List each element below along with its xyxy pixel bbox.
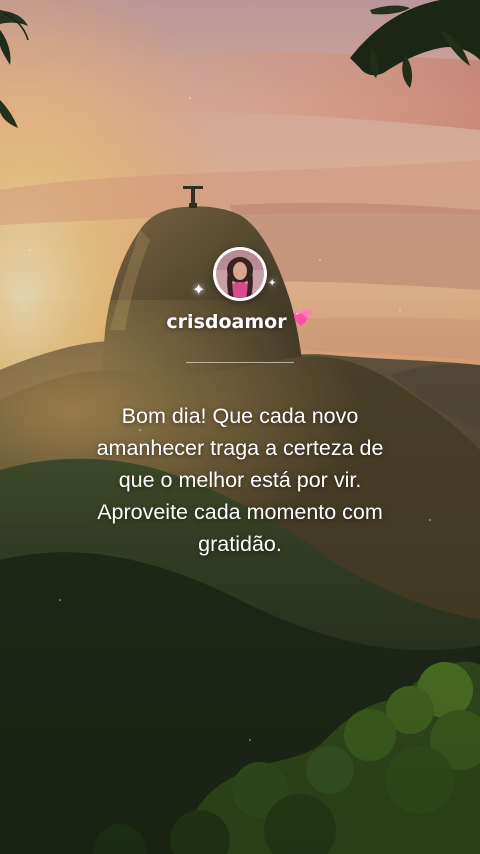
pink-heart-icon [293, 309, 312, 326]
divider-line [186, 362, 294, 363]
profile-avatar[interactable] [213, 247, 267, 301]
sparkle-icon-left: ✦ [192, 280, 206, 299]
username-row[interactable]: crisdoamor [0, 308, 480, 333]
post-card: ✦ ✦ crisdoamor Bom dia! Que cada novo am… [0, 0, 480, 854]
sparkle-icon-right: ✦ [268, 278, 277, 289]
avatar-photo [216, 250, 264, 298]
username: crisdoamor [166, 311, 287, 333]
post-message: Bom dia! Que cada novo amanhecer traga a… [96, 404, 384, 556]
